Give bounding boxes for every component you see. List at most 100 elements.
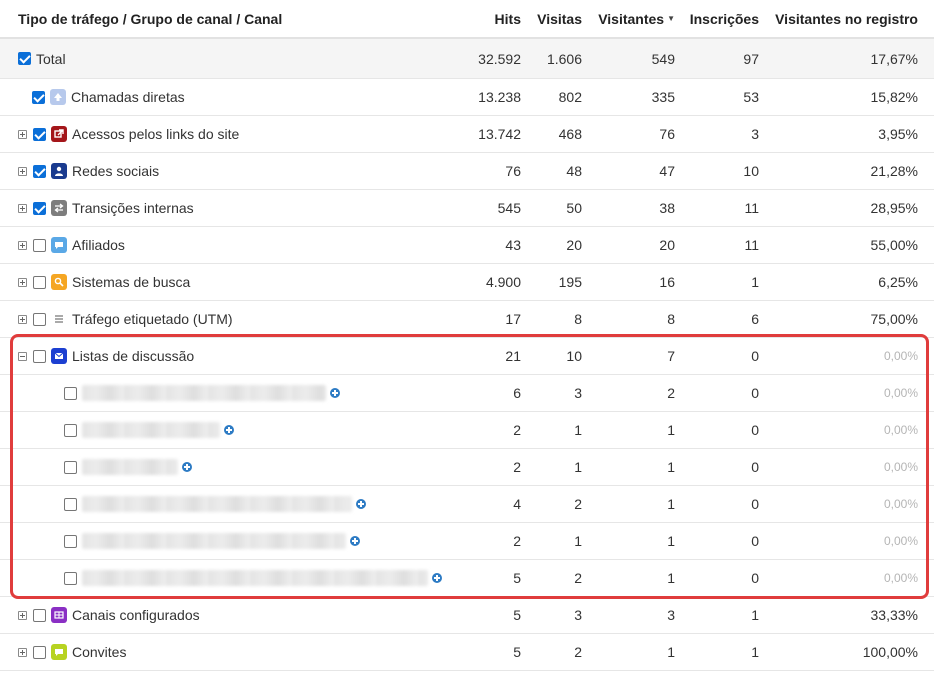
table-row: 2 1 1 0 0,00% [0,523,934,560]
row-checkbox[interactable] [64,534,77,548]
expand-plus-icon[interactable] [18,240,27,250]
row-checkbox[interactable] [33,238,46,252]
table-row: Redes sociais 76 48 47 10 21,28% [0,153,934,190]
row-checkbox[interactable] [64,386,77,400]
redacted-channel-name [82,570,428,586]
cell-signups: 0 [751,533,759,549]
row-checkbox[interactable] [33,312,46,326]
cell-registered: 17,67% [870,50,918,67]
column-header-visitors[interactable]: Visitantes ▼ [598,0,675,37]
cell-signups: 0 [751,422,759,438]
expand-plus-icon[interactable] [18,647,27,657]
row-checkbox[interactable] [33,127,46,141]
cell-hits: 2 [513,533,521,549]
expand-plus-icon[interactable] [18,129,27,139]
table-row-total: Total 32.592 1.606 549 97 17,67% [0,39,934,79]
column-header-visits[interactable]: Visitas [537,0,582,37]
add-circle-icon[interactable] [432,573,442,583]
row-checkbox[interactable] [32,90,45,104]
cell-signups: 0 [751,348,759,364]
expand-plus-icon[interactable] [18,166,27,176]
cell-visits: 10 [566,348,582,364]
cell-signups: 97 [743,50,759,67]
row-checkbox[interactable] [64,497,77,511]
cell-registered: 0,00% [883,497,918,511]
cell-visits: 1.606 [546,50,582,67]
cell-visits: 20 [566,237,582,253]
table-row: Canais configurados 5 3 3 1 33,33% [0,597,934,634]
row-label: Sistemas de busca [72,274,191,290]
cell-signups: 0 [751,570,759,586]
add-circle-icon[interactable] [330,388,340,398]
row-checkbox[interactable] [33,275,46,289]
total-checkbox[interactable] [18,52,31,65]
cell-visitors: 20 [659,237,675,253]
redacted-channel-name [82,385,326,401]
cell-registered: 15,82% [870,89,918,105]
sort-desc-icon: ▼ [667,14,675,23]
external-link-icon [51,126,67,142]
row-checkbox[interactable] [64,460,77,474]
expand-plus-icon[interactable] [18,610,27,620]
cell-visits: 8 [574,311,582,327]
cell-visitors: 2 [667,385,675,401]
cell-hits: 5 [513,644,521,660]
speech-icon [51,644,67,660]
add-circle-icon[interactable] [350,536,360,546]
cell-hits: 21 [505,348,521,364]
add-circle-icon[interactable] [182,462,192,472]
cell-visitors: 76 [659,126,675,142]
row-checkbox[interactable] [33,164,46,178]
cell-visitors: 549 [651,50,675,67]
cell-visits: 1 [574,422,582,438]
add-circle-icon[interactable] [224,425,234,435]
cell-hits: 5 [513,570,521,586]
cell-visits: 468 [558,126,582,142]
cell-visits: 2 [574,644,582,660]
expand-plus-icon[interactable] [18,203,27,213]
table-row: Convites 5 2 1 1 100,00% [0,634,934,671]
row-label: Canais configurados [72,607,200,623]
cell-visitors: 1 [667,644,675,660]
table-row: Acessos pelos links do site 13.742 468 7… [0,116,934,153]
table-row: 4 2 1 0 0,00% [0,486,934,523]
collapse-minus-icon[interactable] [18,351,27,361]
cell-visitors: 38 [659,200,675,216]
redacted-channel-name [82,533,346,549]
table-row: 2 1 1 0 0,00% [0,412,934,449]
row-checkbox[interactable] [33,608,46,622]
cell-visits: 1 [574,533,582,549]
cell-signups: 53 [743,89,759,105]
cell-signups: 11 [744,200,759,216]
column-header-signups[interactable]: Inscrições [690,0,759,37]
row-label: Listas de discussão [72,348,195,364]
cell-visitors: 335 [651,89,675,105]
row-checkbox[interactable] [33,349,46,363]
traffic-table: Tipo de tráfego / Grupo de canal / Canal… [0,0,934,671]
row-checkbox[interactable] [64,571,77,585]
cell-visitors: 1 [667,422,675,438]
row-checkbox[interactable] [64,423,77,437]
cell-registered: 0,00% [883,349,918,363]
cell-hits: 5 [513,607,521,623]
cell-visitors: 1 [667,570,675,586]
cell-visitors: 1 [667,496,675,512]
cell-visitors: 8 [667,311,675,327]
cell-visits: 2 [574,496,582,512]
list-icon [51,311,67,327]
direct-arrow-icon [50,89,66,105]
row-checkbox[interactable] [33,201,46,215]
cell-signups: 10 [743,163,759,179]
row-label: Convites [72,644,127,660]
cell-visits: 50 [566,200,582,216]
row-label: Total [36,50,66,67]
column-header-hits[interactable]: Hits [495,0,521,37]
column-header-registered[interactable]: Visitantes no registro [775,0,918,37]
cell-visits: 802 [558,89,582,105]
cell-hits: 13.742 [478,126,521,142]
add-circle-icon[interactable] [356,499,366,509]
column-header-name[interactable]: Tipo de tráfego / Grupo de canal / Canal [18,0,282,37]
expand-plus-icon[interactable] [18,314,27,324]
expand-plus-icon[interactable] [18,277,27,287]
row-checkbox[interactable] [33,645,46,659]
